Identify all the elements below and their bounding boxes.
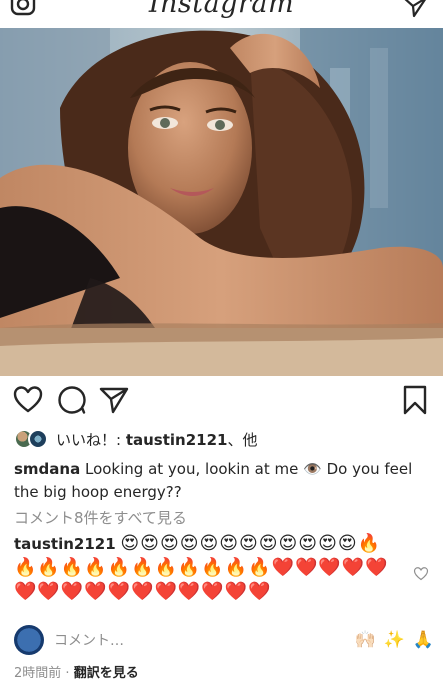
add-comment-input[interactable]: コメント… <box>54 630 346 650</box>
likes-suffix[interactable]: 、他 <box>227 431 257 449</box>
likes-row[interactable]: いいね！: taustin2121、他 <box>14 428 257 450</box>
app-logo: Instagram <box>148 0 295 19</box>
quick-emoji-pray[interactable]: 🙏 <box>413 630 434 650</box>
add-comment-row: コメント… 🙌🏻 ✨ 🙏 <box>14 625 434 655</box>
likes-text: いいね！: taustin2121、他 <box>56 429 257 450</box>
comment-icon[interactable] <box>56 384 88 416</box>
translate-link[interactable]: 翻訳を見る <box>74 666 139 681</box>
post-caption: smdana Looking at you, lookin at me 👁️ D… <box>14 458 434 504</box>
comment-username[interactable]: taustin2121 <box>14 535 116 553</box>
heart-icon[interactable] <box>12 384 44 416</box>
post-image <box>0 28 443 376</box>
quick-emoji-sparkles[interactable]: ✨ <box>384 630 405 650</box>
quick-emoji-raised-hands[interactable]: 🙌🏻 <box>354 630 375 650</box>
caption-username[interactable]: smdana <box>14 460 80 478</box>
liker-avatar <box>28 429 48 449</box>
likes-prefix: いいね！: <box>56 430 126 449</box>
view-all-comments-link[interactable]: コメント8件をすべて見る <box>14 507 187 528</box>
share-icon[interactable] <box>98 384 130 416</box>
post-meta: 2時間前 · 翻訳を見る <box>14 662 139 681</box>
current-user-avatar <box>14 625 44 655</box>
send-icon[interactable] <box>401 0 429 20</box>
meta-separator: · <box>61 666 74 681</box>
post-timestamp: 2時間前 <box>14 666 62 681</box>
comment-like-heart-icon[interactable] <box>413 566 429 582</box>
likes-user[interactable]: taustin2121 <box>126 431 228 449</box>
post-photo[interactable] <box>0 28 443 376</box>
post-actions <box>0 384 443 422</box>
comment-item: taustin2121 😍😍😍😍😍😍😍😍😍😍😍😍🔥🔥🔥🔥🔥🔥🔥🔥🔥🔥🔥🔥❤️❤️… <box>14 532 394 604</box>
top-bar: Instagram <box>0 0 443 28</box>
bookmark-icon[interactable] <box>401 384 429 416</box>
